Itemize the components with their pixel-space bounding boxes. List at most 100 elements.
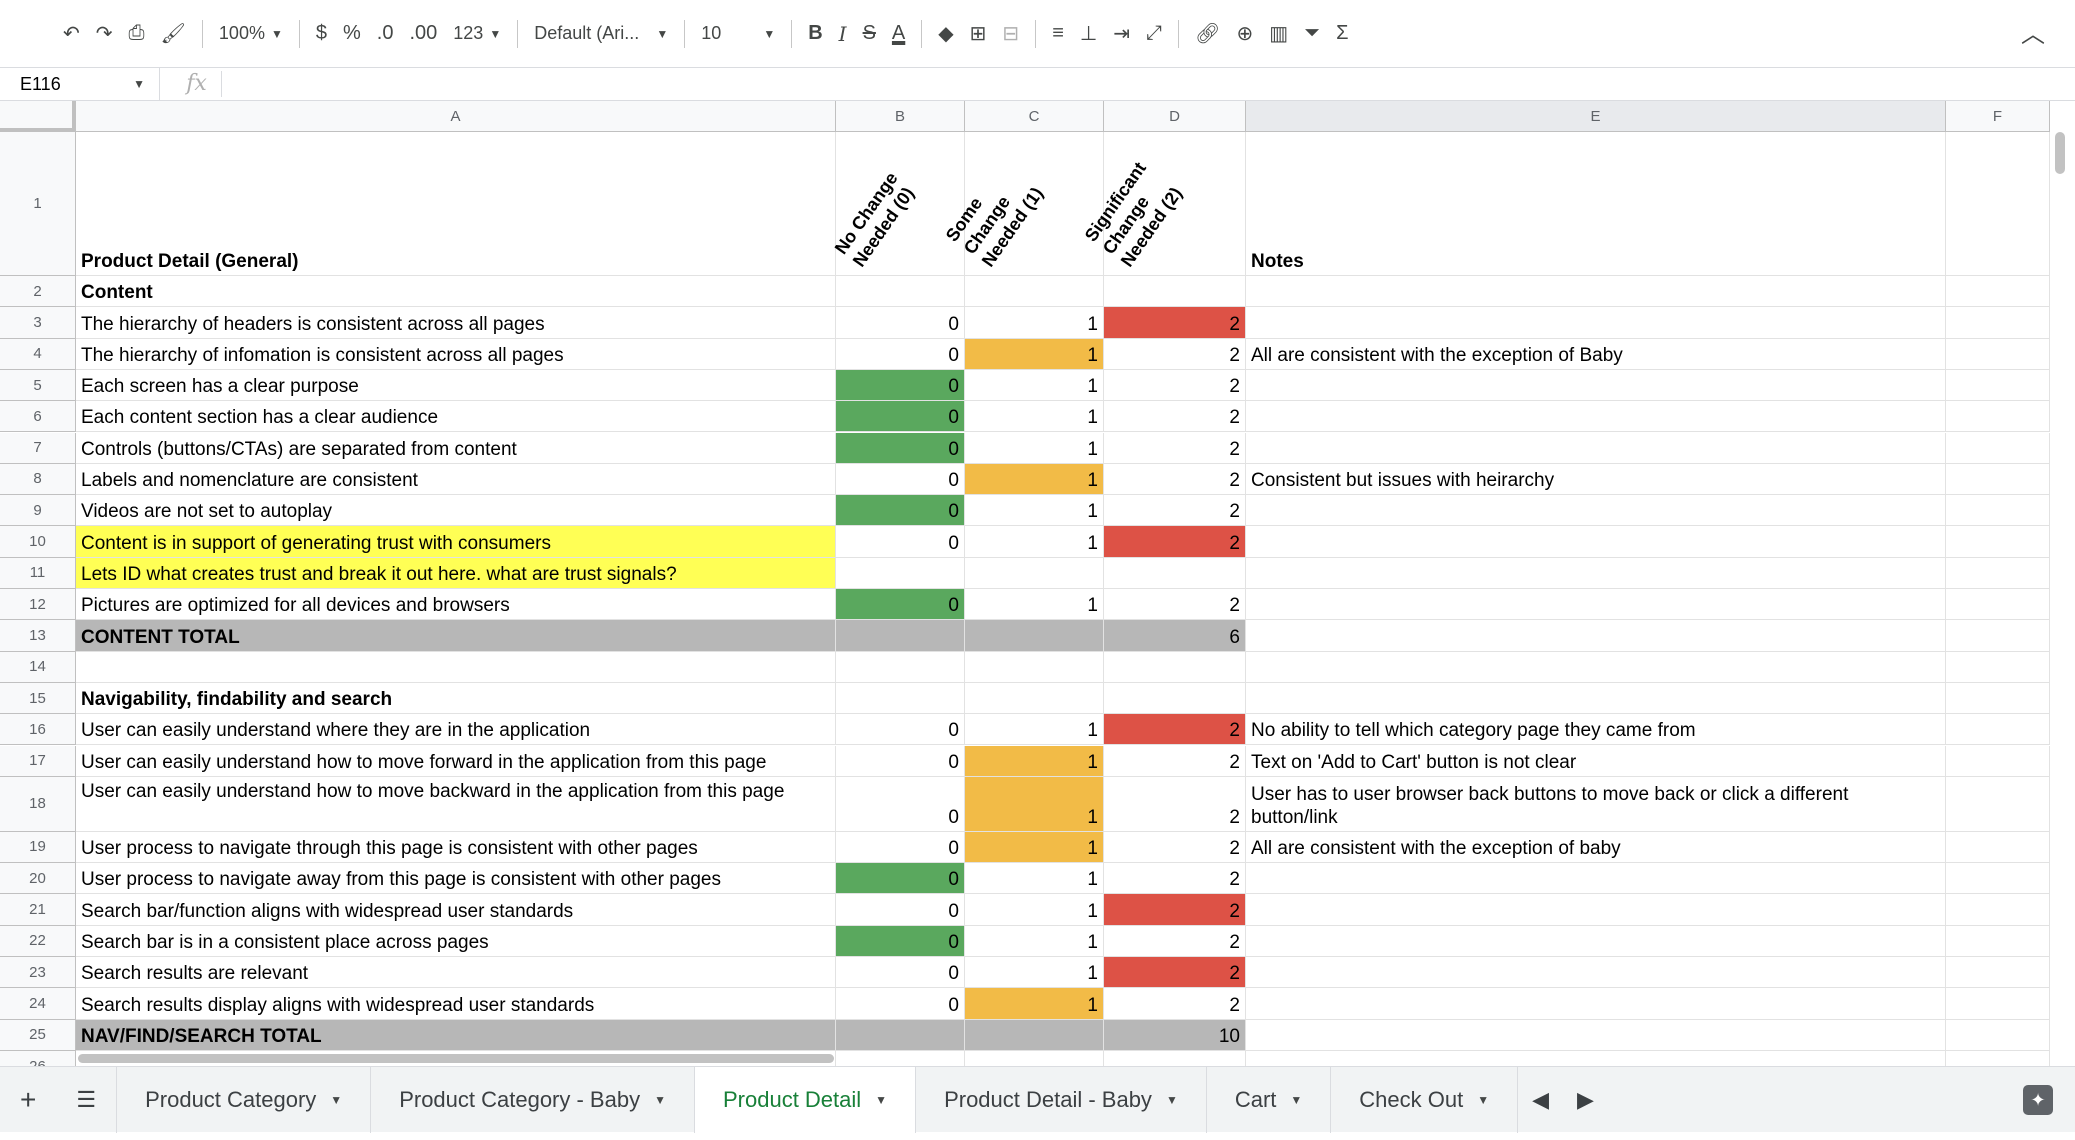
row-header[interactable]: 21 [0, 894, 76, 926]
notes-cell[interactable] [1246, 925, 1946, 957]
criterion-cell[interactable]: Controls (buttons/CTAs) are separated fr… [76, 432, 836, 464]
notes-cell[interactable] [1246, 620, 1946, 652]
row-header[interactable]: 3 [0, 307, 76, 339]
cell[interactable] [1946, 620, 2050, 652]
scroll-tabs-left-icon[interactable]: ◀ [1518, 1067, 1563, 1133]
notes-cell[interactable] [1246, 307, 1946, 339]
no-change-score[interactable]: 0 [836, 463, 965, 496]
select-all-corner[interactable] [0, 101, 76, 132]
notes-cell[interactable] [1246, 589, 1946, 621]
cell[interactable] [1946, 745, 2050, 777]
row-header[interactable]: 7 [0, 432, 76, 464]
cell[interactable] [1946, 526, 2050, 558]
some-change-score[interactable]: 1 [965, 925, 1104, 957]
no-change-score[interactable]: 0 [836, 307, 965, 339]
total-label[interactable]: NAV/FIND/SEARCH TOTAL [76, 1019, 836, 1051]
cell-a1[interactable]: Product Detail (General) [76, 132, 836, 276]
significant-change-score[interactable]: 2 [1104, 776, 1246, 832]
cell[interactable] [1946, 276, 2050, 308]
notes-cell[interactable]: No ability to tell which category page t… [1246, 714, 1946, 746]
significant-change-score[interactable] [1104, 557, 1246, 589]
notes-cell[interactable]: All are consistent with the exception of… [1246, 831, 1946, 864]
align-left-icon[interactable]: ≡ [1044, 14, 1072, 54]
significant-change-score[interactable]: 2 [1104, 925, 1246, 957]
significant-change-score[interactable] [1104, 682, 1246, 715]
notes-cell[interactable] [1246, 988, 1946, 1020]
section-heading[interactable]: Navigability, findability and search [76, 682, 836, 715]
notes-cell[interactable] [1246, 1019, 1946, 1051]
collapse-toolbar-icon[interactable]: ︿ [2021, 14, 2045, 49]
no-change-score[interactable] [836, 620, 965, 652]
some-change-score[interactable] [965, 276, 1104, 308]
formula-input[interactable] [222, 67, 2075, 101]
cell[interactable] [1946, 651, 2050, 683]
significant-change-score[interactable]: 2 [1104, 894, 1246, 926]
notes-cell[interactable] [1246, 401, 1946, 433]
merge-cells-icon[interactable]: ⊟ [994, 14, 1027, 54]
significant-change-score[interactable] [1104, 276, 1246, 308]
total-score[interactable]: 6 [1104, 620, 1246, 652]
row-header[interactable]: 1 [0, 132, 76, 276]
some-change-score[interactable]: 1 [965, 745, 1104, 777]
some-change-score[interactable] [965, 1019, 1104, 1051]
fill-color-icon[interactable]: ◆ [930, 14, 961, 54]
notes-cell[interactable] [1246, 557, 1946, 589]
significant-change-score[interactable]: 2 [1104, 863, 1246, 895]
no-change-score[interactable]: 0 [836, 957, 965, 989]
cell-d1[interactable]: Significant Change Needed (2) [1081, 132, 1246, 276]
criterion-cell[interactable]: Each screen has a clear purpose [76, 369, 836, 402]
significant-change-score[interactable]: 2 [1104, 831, 1246, 864]
cell[interactable] [1946, 714, 2050, 746]
total-score[interactable]: 10 [1104, 1019, 1246, 1051]
some-change-score[interactable] [965, 682, 1104, 715]
strikethrough-button[interactable]: S [855, 14, 884, 54]
cell[interactable] [1946, 831, 2050, 864]
row-header[interactable]: 22 [0, 925, 76, 957]
sheet-tab[interactable]: Cart ▼ [1207, 1066, 1332, 1133]
row-header[interactable]: 12 [0, 589, 76, 621]
notes-cell[interactable] [1246, 526, 1946, 558]
criterion-cell[interactable]: User process to navigate through this pa… [76, 831, 836, 864]
cell[interactable] [1946, 682, 2050, 715]
significant-change-score[interactable]: 2 [1104, 988, 1246, 1020]
some-change-score[interactable]: 1 [965, 957, 1104, 989]
some-change-score[interactable] [965, 651, 1104, 683]
no-change-score[interactable]: 0 [836, 589, 965, 621]
sheet-tab[interactable]: Check Out ▼ [1331, 1066, 1519, 1133]
criterion-cell[interactable]: Labels and nomenclature are consistent [76, 463, 836, 496]
total-label[interactable]: CONTENT TOTAL [76, 620, 836, 652]
significant-change-score[interactable]: 2 [1104, 338, 1246, 370]
no-change-score[interactable]: 0 [836, 925, 965, 957]
text-rotation-icon[interactable]: ⤢ [1138, 14, 1170, 54]
criterion-cell[interactable]: User can easily understand where they ar… [76, 714, 836, 746]
scroll-tabs-right-icon[interactable]: ▶ [1563, 1067, 1608, 1133]
undo-icon[interactable]: ↶ [55, 14, 88, 54]
zoom-select[interactable]: 100% ▼ [211, 14, 291, 54]
criterion-cell[interactable]: Search results display aligns with wides… [76, 988, 836, 1020]
no-change-score[interactable]: 0 [836, 831, 965, 864]
significant-change-score[interactable]: 2 [1104, 526, 1246, 558]
italic-button[interactable]: I [831, 14, 855, 54]
currency-format-button[interactable]: $ [308, 14, 335, 54]
criterion-cell[interactable]: Pictures are optimized for all devices a… [76, 589, 836, 621]
cell[interactable] [1946, 369, 2050, 402]
notes-cell[interactable] [1246, 682, 1946, 715]
increase-decimal-button[interactable]: .00 [401, 14, 445, 54]
significant-change-score[interactable]: 2 [1104, 714, 1246, 746]
vertical-scrollbar[interactable] [2055, 132, 2065, 174]
notes-cell[interactable]: All are consistent with the exception of… [1246, 338, 1946, 370]
some-change-score[interactable]: 1 [965, 589, 1104, 621]
no-change-score[interactable]: 0 [836, 401, 965, 433]
row-header[interactable]: 23 [0, 957, 76, 989]
criterion-cell[interactable]: Search results are relevant [76, 957, 836, 989]
sheet-tab[interactable]: Product Detail - Baby ▼ [916, 1066, 1207, 1133]
notes-cell[interactable] [1246, 276, 1946, 308]
notes-cell[interactable] [1246, 863, 1946, 895]
no-change-score[interactable] [836, 651, 965, 683]
criterion-cell[interactable] [76, 651, 836, 683]
some-change-score[interactable]: 1 [965, 714, 1104, 746]
significant-change-score[interactable] [1104, 651, 1246, 683]
sheet-tab[interactable]: Product Category ▼ [117, 1066, 372, 1133]
no-change-score[interactable] [836, 276, 965, 308]
redo-icon[interactable]: ↷ [88, 14, 121, 54]
